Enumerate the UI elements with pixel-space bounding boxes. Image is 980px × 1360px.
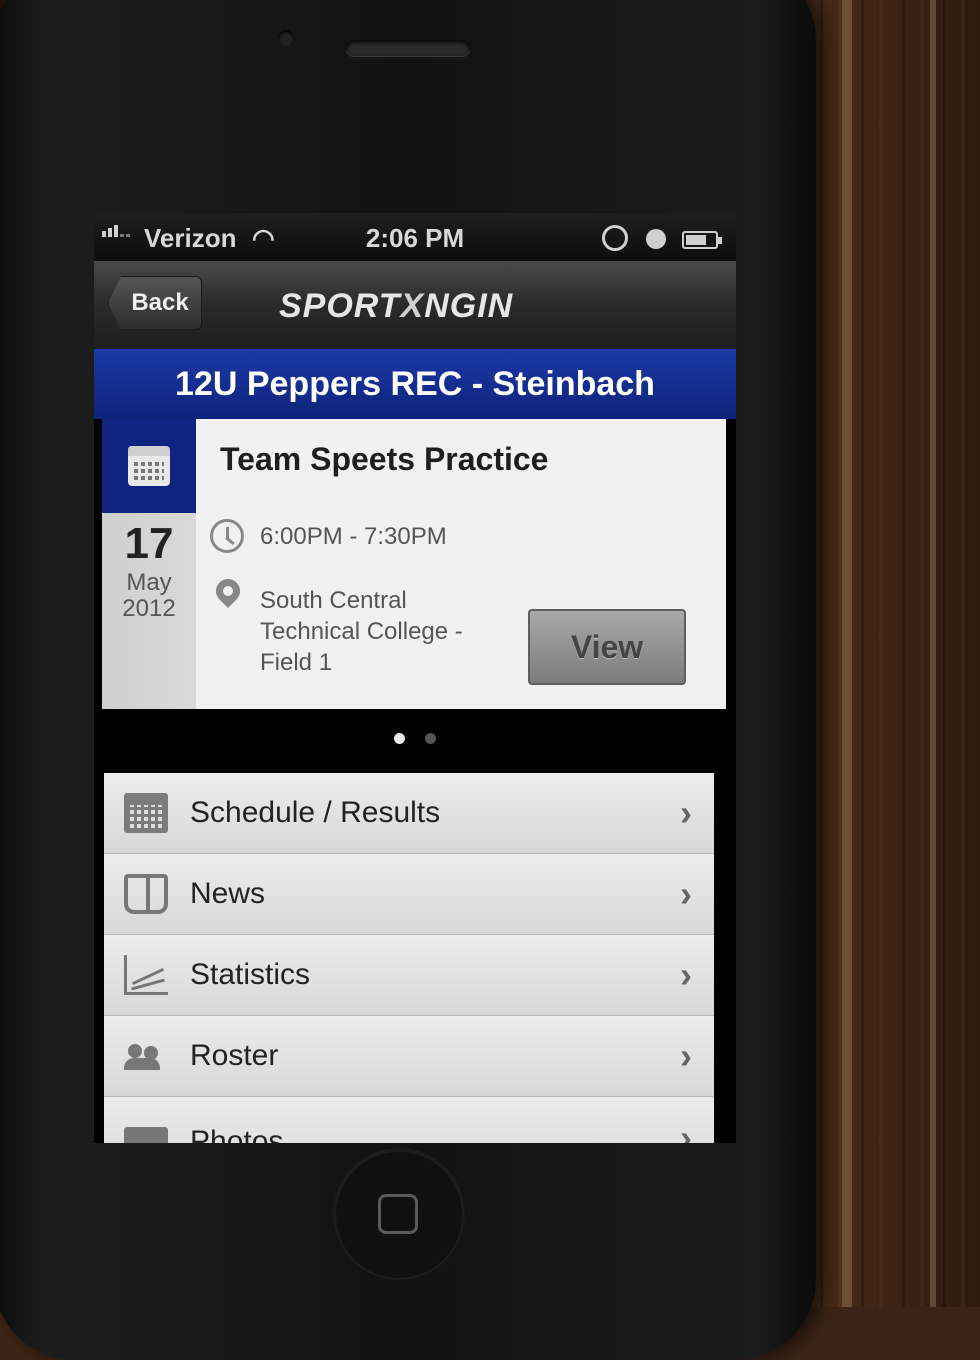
calendar-badge (102, 419, 196, 513)
clock-icon (210, 519, 244, 553)
page-dot[interactable] (425, 733, 436, 744)
calendar-icon (128, 446, 170, 486)
photos-icon (124, 1127, 168, 1143)
menu-item-label: Statistics (190, 958, 311, 991)
alarm-icon (646, 229, 666, 249)
home-square-icon (378, 1194, 418, 1234)
menu-item-photos[interactable]: Photos › (104, 1097, 714, 1143)
status-bar: Verizon ◠ 2:06 PM (94, 213, 736, 261)
view-event-button[interactable]: View (528, 609, 686, 685)
menu-item-label: Schedule / Results (190, 796, 441, 829)
chevron-right-icon: › (680, 873, 692, 914)
calendar-icon (124, 793, 168, 833)
back-button[interactable]: Back (108, 276, 202, 330)
page-indicator[interactable] (94, 733, 736, 744)
event-card[interactable]: 17 May 2012 Team Speets Practice 6:00PM … (102, 419, 726, 709)
page-dot-active[interactable] (394, 733, 405, 744)
event-location: South Central Technical College - Field … (260, 587, 463, 676)
event-day: 17 (124, 519, 174, 568)
menu-item-schedule-results[interactable]: Schedule / Results › (104, 773, 714, 854)
location-pin-icon (211, 574, 245, 608)
chevron-right-icon: › (680, 954, 692, 995)
menu-item-label: Roster (190, 1039, 279, 1072)
navigation-bar: Back SPORTXNGIN (94, 261, 736, 350)
battery-icon (682, 231, 722, 249)
event-month: May (126, 569, 172, 596)
logo-text-sport: SPORT (279, 287, 401, 325)
earpiece-speaker (346, 40, 470, 56)
chevron-right-icon: › (680, 792, 692, 833)
menu-item-label: News (190, 877, 266, 910)
front-camera (278, 30, 294, 46)
event-year: 2012 (122, 595, 176, 622)
event-time: 6:00PM - 7:30PM (260, 523, 447, 550)
chevron-right-icon: › (680, 1035, 692, 1076)
rotation-lock-icon (602, 225, 628, 251)
wood-grain (930, 0, 936, 1307)
logo-x-mark: X (400, 287, 425, 325)
roster-icon (124, 1036, 168, 1076)
menu-item-roster[interactable]: Roster › (104, 1016, 714, 1097)
status-time: 2:06 PM (365, 223, 465, 253)
phone-screen: Verizon ◠ 2:06 PM Back SPORTXNGIN 12U Pe… (94, 213, 736, 1143)
team-title-bar: 12U Peppers REC - Steinbach (94, 349, 736, 419)
team-name: 12U Peppers REC - Steinbach (175, 364, 655, 403)
menu-item-label: Photos (190, 1125, 284, 1143)
home-button[interactable] (334, 1150, 464, 1280)
chevron-right-icon: › (680, 1117, 692, 1143)
event-date-column: 17 May 2012 (102, 419, 196, 709)
event-title: Team Speets Practice (220, 441, 549, 477)
news-icon (124, 874, 168, 914)
statistics-icon (124, 955, 168, 995)
menu-item-news[interactable]: News › (104, 854, 714, 935)
menu-item-statistics[interactable]: Statistics › (104, 935, 714, 1016)
app-logo: SPORTXNGIN (279, 287, 513, 326)
logo-text-ngin: NGIN (424, 287, 514, 325)
main-menu: Schedule / Results › News › Statistics ›… (104, 773, 714, 1143)
wood-grain (842, 0, 852, 1307)
